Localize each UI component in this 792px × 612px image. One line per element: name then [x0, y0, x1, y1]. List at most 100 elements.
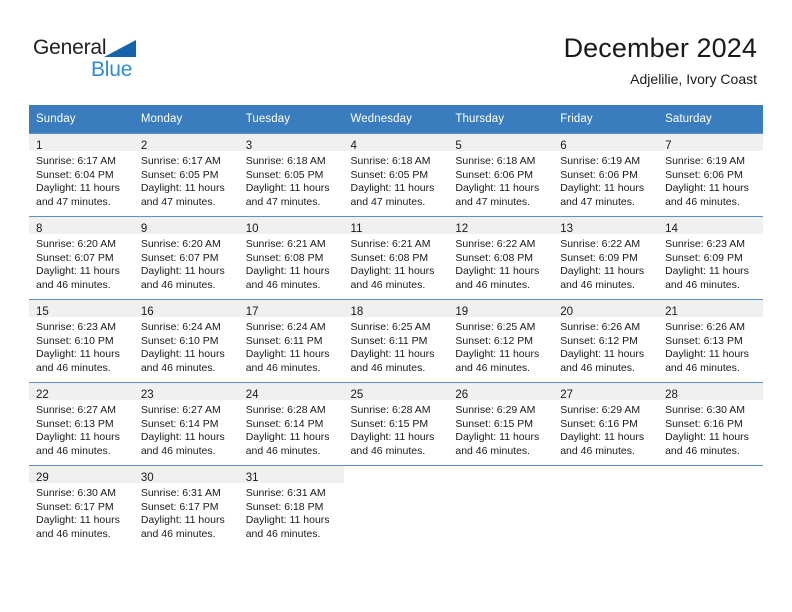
logo-text-general: General: [33, 36, 107, 59]
sunset-text: Sunset: 6:12 PM: [455, 334, 534, 347]
calendar-day-cell[interactable]: 2 Sunrise: 6:17 AM Sunset: 6:05 PM Daylight…: [133, 133, 239, 217]
day-number: 14: [665, 223, 678, 235]
sunset-text: Sunset: 6:07 PM: [140, 251, 219, 264]
calendar-week-row: 29 Sunrise: 6:30 AM Sunset: 6:17 PM Dayligh…: [29, 465, 763, 548]
day-cell-details: Sunrise: 6:24 AM Sunset: 6:11 PM Daylight:…: [239, 317, 344, 375]
sunset-text: Sunset: 6:07 PM: [36, 251, 114, 264]
sunset-text: Sunset: 6:15 PM: [455, 417, 534, 430]
sunset-text: Sunset: 6:10 PM: [36, 334, 114, 347]
daylight-text-line1: Daylight: 11 hours: [665, 431, 749, 444]
calendar-day-cell[interactable]: 9 Sunrise: 6:20 AM Sunset: 6:07 PM Daylight…: [133, 216, 239, 300]
calendar-day-cell[interactable]: 24 Sunrise: 6:28 AM Sunset: 6:14 PM Dayligh…: [238, 382, 344, 466]
calendar-day-cell[interactable]: 26 Sunrise: 6:29 AM Sunset: 6:15 PM Dayligh…: [448, 382, 554, 466]
day-number: 22: [36, 389, 49, 401]
daylight-text-line2: and 46 minutes.: [245, 361, 321, 374]
daylight-text-line1: Daylight: 11 hours: [350, 265, 435, 278]
sunset-text: Sunset: 6:15 PM: [350, 417, 429, 430]
day-cell-details: Sunrise: 6:27 AM Sunset: 6:14 PM Daylight:…: [134, 400, 239, 458]
calendar-day-cell[interactable]: 29 Sunrise: 6:30 AM Sunset: 6:17 PM Dayligh…: [29, 465, 134, 548]
calendar-day-cell[interactable]: 30 Sunrise: 6:31 AM Sunset: 6:17 PM Dayligh…: [133, 465, 239, 548]
daylight-text-line2: and 46 minutes.: [455, 444, 531, 457]
calendar-day-cell[interactable]: 23 Sunrise: 6:27 AM Sunset: 6:14 PM Dayligh…: [133, 382, 239, 466]
calendar-day-cell[interactable]: 25 Sunrise: 6:28 AM Sunset: 6:15 PM Dayligh…: [343, 382, 449, 466]
sunrise-text: Sunrise: 6:19 AM: [665, 155, 746, 167]
daylight-text-line2: and 47 minutes.: [36, 195, 111, 208]
calendar-day-cell[interactable]: 8 Sunrise: 6:20 AM Sunset: 6:07 PM Daylight…: [29, 216, 134, 300]
calendar-day-cell: [343, 465, 449, 548]
day-cell-content: 19 Sunrise: 6:25 AM Sunset: 6:12 PM Dayligh…: [448, 300, 554, 382]
sunrise-text: Sunrise: 6:31 AM: [140, 487, 221, 499]
day-cell-content: 29 Sunrise: 6:30 AM Sunset: 6:17 PM Dayligh…: [29, 466, 134, 548]
calendar-day-cell[interactable]: 27 Sunrise: 6:29 AM Sunset: 6:16 PM Dayligh…: [553, 382, 659, 466]
calendar-day-cell[interactable]: 22 Sunrise: 6:27 AM Sunset: 6:13 PM Dayligh…: [29, 382, 134, 466]
day-cell-details: [658, 483, 763, 487]
calendar-day-cell[interactable]: 15 Sunrise: 6:23 AM Sunset: 6:10 PM Dayligh…: [29, 299, 134, 383]
daylight-text-line1: Daylight: 11 hours: [665, 182, 749, 195]
calendar-day-cell[interactable]: 1 Sunrise: 6:17 AM Sunset: 6:04 PM Daylight…: [29, 133, 134, 217]
weekday-header-thursday: Thursday: [448, 105, 554, 134]
day-cell-content: 26 Sunrise: 6:29 AM Sunset: 6:15 PM Dayligh…: [448, 383, 554, 465]
sunset-text: Sunset: 6:05 PM: [245, 168, 324, 181]
calendar-day-cell[interactable]: 6 Sunrise: 6:19 AM Sunset: 6:06 PM Daylight…: [553, 133, 659, 217]
sunrise-text: Sunrise: 6:28 AM: [245, 404, 326, 416]
calendar-day-cell[interactable]: 14 Sunrise: 6:23 AM Sunset: 6:09 PM Dayligh…: [658, 216, 763, 300]
calendar-day-cell[interactable]: 4 Sunrise: 6:18 AM Sunset: 6:05 PM Daylight…: [343, 133, 449, 217]
general-blue-logo[interactable]: General Blue: [33, 36, 293, 92]
calendar-day-cell[interactable]: 20 Sunrise: 6:26 AM Sunset: 6:12 PM Dayligh…: [553, 299, 659, 383]
daylight-text-line2: and 46 minutes.: [665, 278, 740, 291]
day-cell-content: 11 Sunrise: 6:21 AM Sunset: 6:08 PM Dayligh…: [343, 217, 449, 299]
day-number-band: 30: [133, 466, 239, 484]
day-cell-details: Sunrise: 6:20 AM Sunset: 6:07 PM Daylight:…: [134, 234, 239, 292]
daylight-text-line2: and 46 minutes.: [350, 361, 426, 374]
day-cell-details: Sunrise: 6:25 AM Sunset: 6:12 PM Daylight:…: [448, 317, 553, 375]
calendar-page: General Blue December 2024 Adjelilie, Iv…: [0, 0, 792, 612]
sunrise-text: Sunrise: 6:20 AM: [140, 238, 221, 250]
sunrise-text: Sunrise: 6:27 AM: [36, 404, 116, 416]
calendar-day-cell[interactable]: 21 Sunrise: 6:26 AM Sunset: 6:13 PM Dayligh…: [658, 299, 763, 383]
sunset-text: Sunset: 6:08 PM: [245, 251, 324, 264]
calendar-day-cell: [448, 465, 554, 548]
calendar-day-cell[interactable]: 10 Sunrise: 6:21 AM Sunset: 6:08 PM Dayligh…: [238, 216, 344, 300]
daylight-text-line2: and 46 minutes.: [560, 278, 635, 291]
day-number-band: 21: [658, 300, 763, 318]
sunset-text: Sunset: 6:17 PM: [36, 500, 114, 513]
day-cell-details: Sunrise: 6:30 AM Sunset: 6:16 PM Daylight:…: [658, 400, 763, 458]
day-cell-details: Sunrise: 6:17 AM Sunset: 6:05 PM Daylight:…: [134, 151, 239, 209]
day-cell-details: Sunrise: 6:26 AM Sunset: 6:12 PM Daylight:…: [553, 317, 658, 375]
calendar-day-cell[interactable]: 3 Sunrise: 6:18 AM Sunset: 6:05 PM Daylight…: [238, 133, 344, 217]
calendar-day-cell[interactable]: 13 Sunrise: 6:22 AM Sunset: 6:09 PM Dayligh…: [553, 216, 659, 300]
day-cell-content: 7 Sunrise: 6:19 AM Sunset: 6:06 PM Daylight…: [658, 134, 763, 216]
sunrise-text: Sunrise: 6:18 AM: [350, 155, 431, 167]
calendar-day-cell[interactable]: 12 Sunrise: 6:22 AM Sunset: 6:08 PM Dayligh…: [448, 216, 554, 300]
day-number: 3: [245, 140, 253, 152]
day-number-band: 27: [553, 383, 659, 401]
calendar-day-cell[interactable]: 28 Sunrise: 6:30 AM Sunset: 6:16 PM Dayligh…: [658, 382, 763, 466]
calendar-day-cell[interactable]: 11 Sunrise: 6:21 AM Sunset: 6:08 PM Dayligh…: [343, 216, 449, 300]
daylight-text-line1: Daylight: 11 hours: [350, 348, 435, 361]
calendar-day-cell[interactable]: 5 Sunrise: 6:18 AM Sunset: 6:06 PM Daylight…: [448, 133, 554, 217]
weekday-header-saturday: Saturday: [658, 105, 763, 134]
day-cell-details: Sunrise: 6:22 AM Sunset: 6:09 PM Daylight:…: [553, 234, 658, 292]
day-number-band: 16: [133, 300, 239, 318]
sunset-text: Sunset: 6:06 PM: [455, 168, 534, 181]
calendar-day-cell[interactable]: 19 Sunrise: 6:25 AM Sunset: 6:12 PM Dayligh…: [448, 299, 554, 383]
calendar-week-row: 22 Sunrise: 6:27 AM Sunset: 6:13 PM Dayligh…: [29, 382, 763, 466]
day-number-band: 15: [29, 300, 134, 318]
calendar-day-cell[interactable]: 16 Sunrise: 6:24 AM Sunset: 6:10 PM Dayligh…: [133, 299, 239, 383]
day-number: 16: [140, 306, 154, 318]
day-number-band: 2: [133, 134, 239, 152]
day-cell-content: 13 Sunrise: 6:22 AM Sunset: 6:09 PM Dayligh…: [553, 217, 659, 299]
calendar-day-cell[interactable]: 31 Sunrise: 6:31 AM Sunset: 6:18 PM Dayligh…: [238, 465, 344, 548]
calendar-day-cell[interactable]: 17 Sunrise: 6:24 AM Sunset: 6:11 PM Dayligh…: [238, 299, 344, 383]
day-cell-details: Sunrise: 6:21 AM Sunset: 6:08 PM Daylight:…: [344, 234, 449, 292]
daylight-text-line2: and 46 minutes.: [245, 527, 321, 540]
calendar-day-cell[interactable]: 7 Sunrise: 6:19 AM Sunset: 6:06 PM Daylight…: [658, 133, 763, 217]
day-number: 24: [245, 389, 259, 401]
day-cell-content: 30 Sunrise: 6:31 AM Sunset: 6:17 PM Dayligh…: [133, 466, 239, 548]
day-number-band: [344, 466, 449, 483]
sunset-text: Sunset: 6:13 PM: [36, 417, 114, 430]
calendar-day-cell[interactable]: 18 Sunrise: 6:25 AM Sunset: 6:11 PM Dayligh…: [343, 299, 449, 383]
day-cell-content: 28 Sunrise: 6:30 AM Sunset: 6:16 PM Dayligh…: [658, 383, 763, 465]
day-cell-content: 5 Sunrise: 6:18 AM Sunset: 6:06 PM Daylight…: [448, 134, 554, 216]
day-cell-details: Sunrise: 6:26 AM Sunset: 6:13 PM Daylight:…: [658, 317, 763, 375]
